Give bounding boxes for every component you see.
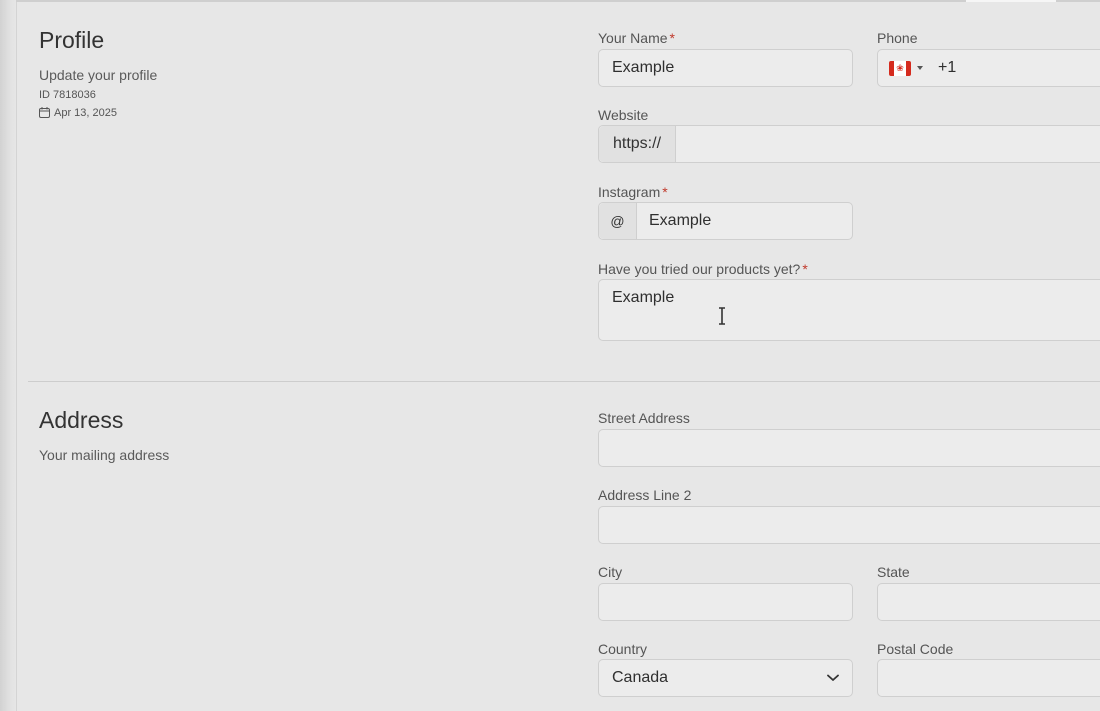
line2-input[interactable] xyxy=(598,506,1100,544)
top-border-tab xyxy=(966,0,1056,2)
website-input[interactable]: https:// xyxy=(598,125,1100,163)
canada-flag-icon[interactable]: ❀ xyxy=(889,61,911,76)
city-input[interactable] xyxy=(598,583,853,621)
website-label: Website xyxy=(598,107,649,123)
postal-label: Postal Code xyxy=(877,641,954,657)
profile-subtitle: Update your profile xyxy=(39,67,158,83)
instagram-label-text: Instagram xyxy=(598,184,661,200)
name-label: Your Name * xyxy=(598,30,675,46)
phone-dial-code: +1 xyxy=(938,59,957,76)
page-left-edge xyxy=(0,0,17,711)
city-label: City xyxy=(598,564,623,580)
products-label: Have you tried our products yet? * xyxy=(598,261,808,277)
country-selected-value: Canada xyxy=(612,669,669,686)
state-input[interactable] xyxy=(877,583,1100,621)
address-title: Address xyxy=(39,407,124,433)
name-input[interactable]: Example xyxy=(598,49,853,87)
name-label-text: Your Name xyxy=(598,30,668,46)
required-marker: * xyxy=(662,184,668,200)
instagram-input-value: Example xyxy=(649,212,712,229)
top-border xyxy=(16,0,966,2)
phone-label: Phone xyxy=(877,30,918,46)
products-label-text: Have you tried our products yet? xyxy=(598,261,801,277)
products-textarea-value: Example xyxy=(612,289,675,306)
postal-input[interactable] xyxy=(877,659,1100,697)
text-cursor-icon xyxy=(719,307,725,325)
chevron-down-icon[interactable] xyxy=(827,674,839,682)
website-prefix: https:// xyxy=(599,126,676,162)
profile-id: ID 7818036 xyxy=(39,89,96,101)
instagram-label: Instagram * xyxy=(598,184,668,200)
profile-title: Profile xyxy=(39,27,105,53)
required-marker: * xyxy=(669,30,675,46)
instagram-prefix: @ xyxy=(599,203,637,239)
country-select[interactable]: Canada xyxy=(598,659,853,697)
profile-date-text: Apr 13, 2025 xyxy=(54,107,117,119)
street-input[interactable] xyxy=(598,429,1100,467)
top-border-end xyxy=(1056,0,1100,2)
products-textarea[interactable]: Example xyxy=(598,279,1100,341)
state-label: State xyxy=(877,564,910,580)
country-caret-icon[interactable] xyxy=(917,66,923,70)
name-input-value: Example xyxy=(612,59,675,76)
line2-label: Address Line 2 xyxy=(598,487,692,503)
street-label: Street Address xyxy=(598,410,690,426)
instagram-input[interactable]: @ Example xyxy=(598,202,853,240)
profile-date: Apr 13, 2025 xyxy=(39,107,117,119)
required-marker: * xyxy=(802,261,808,277)
phone-input[interactable]: ❀ +1 xyxy=(877,49,1100,87)
section-divider xyxy=(28,381,1100,382)
calendar-icon xyxy=(39,107,50,118)
address-subtitle: Your mailing address xyxy=(39,447,170,463)
country-label: Country xyxy=(598,641,648,657)
